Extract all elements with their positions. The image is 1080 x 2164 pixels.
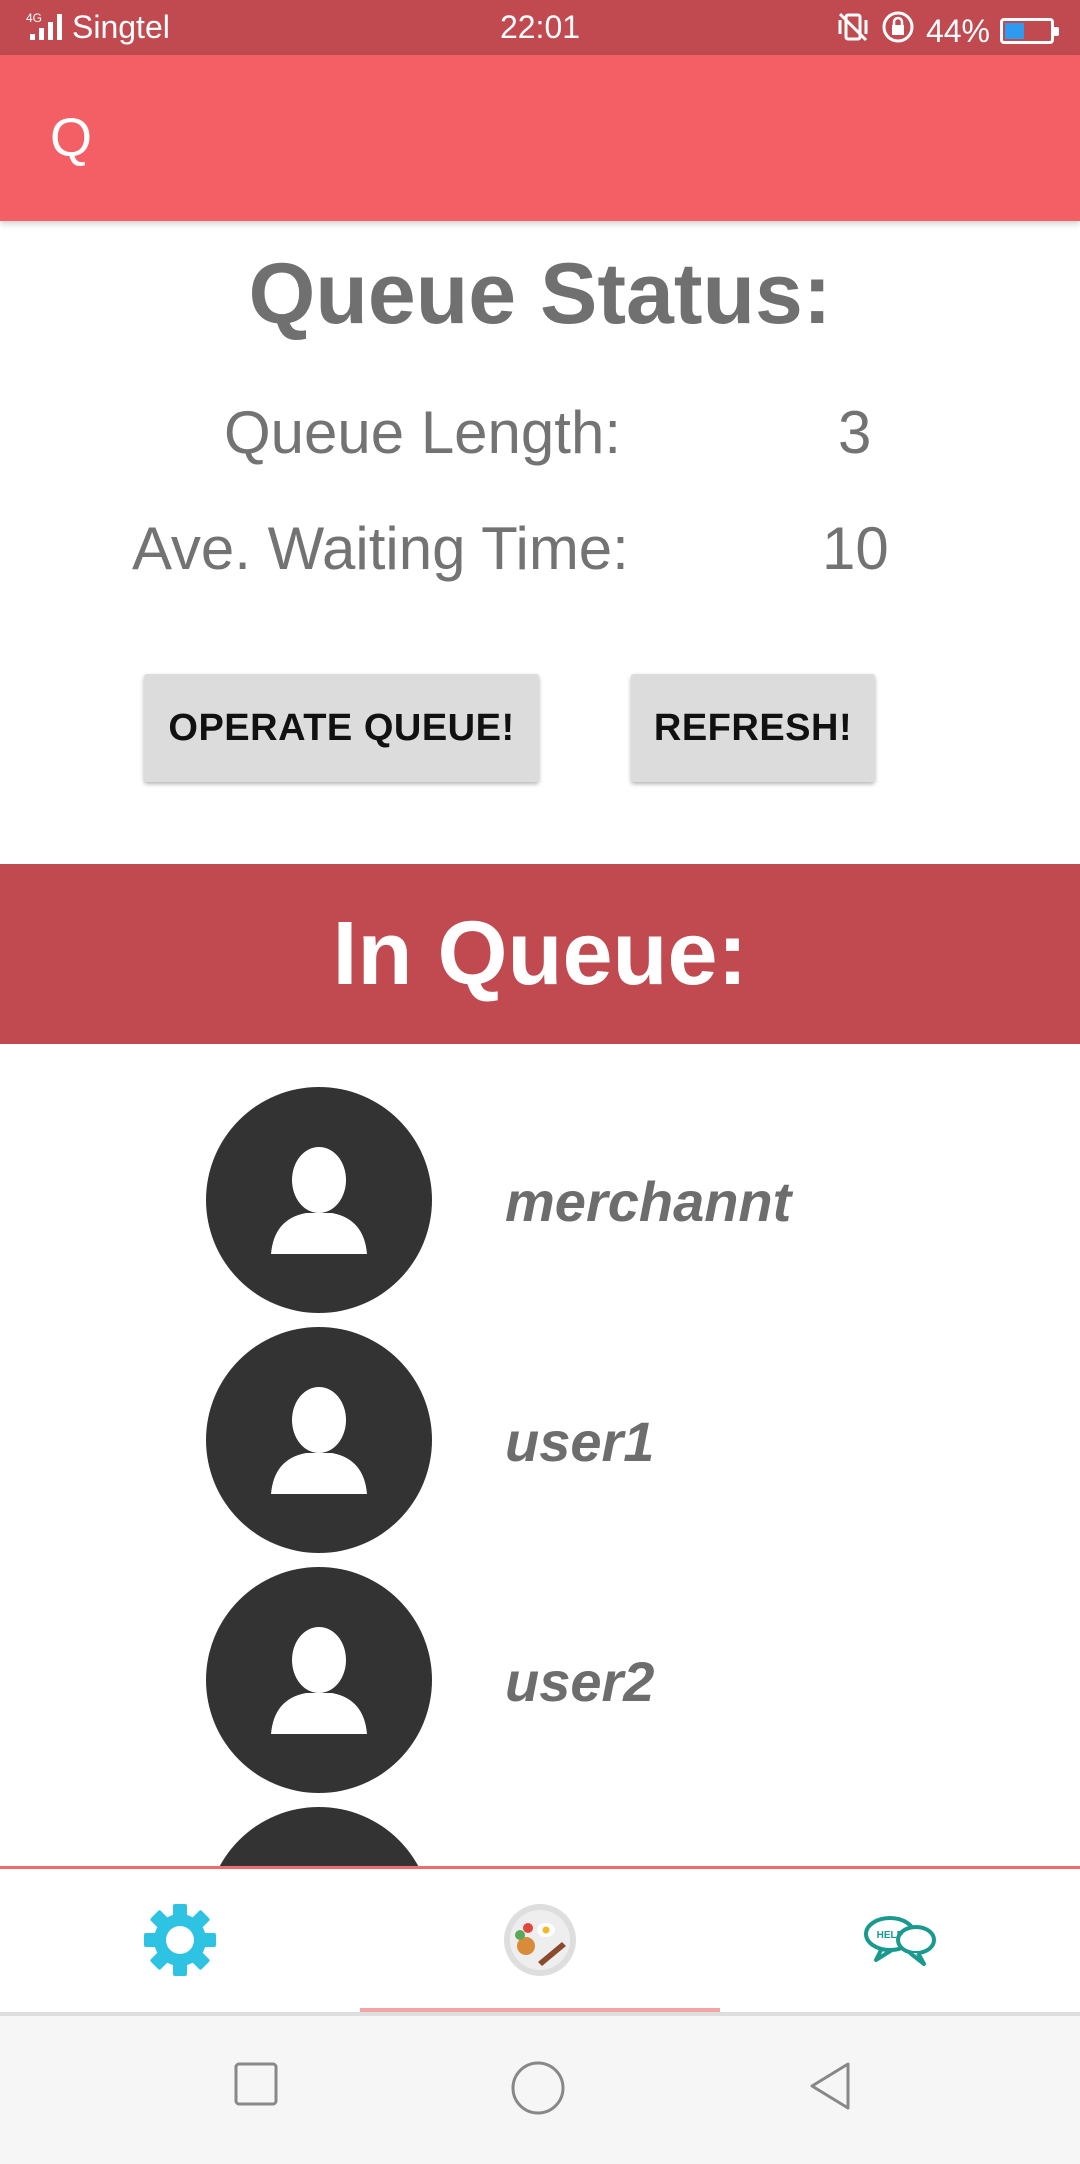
wait-time-value: 10: [822, 515, 889, 582]
avatar: [206, 1807, 432, 1868]
queue-length-value: 3: [838, 399, 872, 466]
operate-queue-button[interactable]: OPERATE QUEUE!: [144, 674, 539, 782]
user-name: user1: [505, 1410, 655, 1473]
queue-list[interactable]: merchannt user1 user2: [0, 1044, 1080, 1868]
list-item[interactable]: merchannt: [0, 1044, 1080, 1313]
vibrate-icon: [836, 10, 870, 52]
app-bar: Q: [0, 55, 1080, 221]
in-queue-title: In Queue:: [332, 903, 748, 1004]
nav-settings[interactable]: [0, 1869, 360, 2015]
refresh-button[interactable]: REFRESH!: [631, 674, 875, 782]
help-chat-icon: HELP: [860, 1910, 940, 1975]
in-queue-header: In Queue:: [0, 864, 1080, 1044]
back-icon[interactable]: [804, 2060, 856, 2117]
battery-icon: [1000, 18, 1059, 44]
list-item[interactable]: user2: [0, 1524, 1080, 1793]
wait-time-label: Ave. Waiting Time:: [132, 515, 629, 582]
queue-length-label: Queue Length:: [224, 399, 622, 466]
svg-text:HELP: HELP: [877, 1930, 904, 1941]
battery-fill: [1005, 23, 1025, 39]
system-navigation-bar: [0, 2012, 1080, 2164]
gear-icon: [142, 1902, 218, 1983]
status-bar: 4G Singtel 22:01 44%: [0, 0, 1080, 55]
list-item[interactable]: user1: [0, 1284, 1080, 1553]
user-name: merchannt: [505, 1170, 792, 1233]
battery-percent: 44%: [925, 12, 990, 49]
avatar: [206, 1087, 432, 1313]
user-name: user2: [505, 1650, 655, 1713]
home-icon[interactable]: [510, 2060, 566, 2121]
food-plate-icon: [502, 1902, 578, 1983]
bottom-navigation: HELP: [0, 1866, 1080, 2015]
nav-help[interactable]: HELP: [720, 1869, 1080, 2015]
queue-status-title: Queue Status:: [248, 246, 832, 342]
recent-apps-icon[interactable]: [232, 2060, 280, 2113]
avatar: [206, 1567, 432, 1793]
list-item[interactable]: [0, 1764, 1080, 1868]
app-title: Q: [50, 108, 93, 168]
avatar: [206, 1327, 432, 1553]
nav-food[interactable]: [360, 1869, 720, 2015]
rotation-lock-icon: [880, 9, 916, 53]
